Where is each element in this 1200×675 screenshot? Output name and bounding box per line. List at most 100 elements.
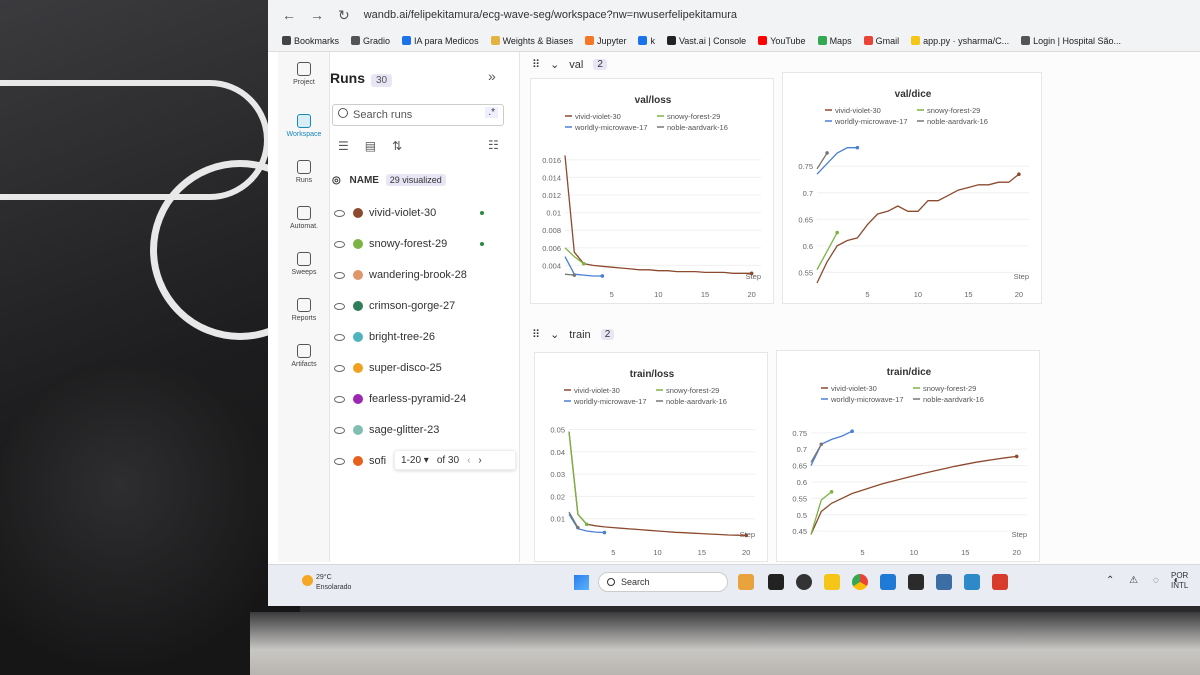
run-color-swatch[interactable] bbox=[353, 208, 363, 218]
panel-val-loss[interactable]: val/loss vivid-violet-30 snowy-forest-29 wo… bbox=[530, 78, 774, 304]
visibility-toggle-all-icon[interactable]: ◎ bbox=[332, 175, 341, 186]
run-name[interactable]: snowy-forest-29 bbox=[369, 238, 447, 250]
taskbar-app-icon-4[interactable] bbox=[824, 574, 840, 590]
run-color-swatch[interactable] bbox=[353, 394, 363, 404]
bookmark-item[interactable]: Maps bbox=[817, 35, 852, 46]
run-row[interactable]: bright-tree-26 bbox=[334, 328, 504, 346]
run-name[interactable]: bright-tree-26 bbox=[369, 331, 435, 343]
regex-toggle[interactable]: .* bbox=[485, 107, 498, 118]
bookmark-label: Login | Hospital São... bbox=[1033, 35, 1122, 46]
panel-val-dice[interactable]: val/dice vivid-violet-30 snowy-forest-29 wo… bbox=[782, 72, 1042, 304]
lang-top: POR bbox=[1171, 571, 1189, 580]
run-row[interactable]: fearless-pyramid-24 bbox=[334, 390, 504, 408]
eye-icon[interactable] bbox=[334, 426, 345, 434]
rail-item-automat[interactable]: Automat. bbox=[278, 206, 330, 230]
bookmark-item[interactable]: IA para Medicos bbox=[402, 35, 479, 46]
rail-item-runs[interactable]: Runs bbox=[278, 160, 330, 184]
eye-icon[interactable] bbox=[334, 240, 345, 248]
eye-icon[interactable] bbox=[334, 302, 345, 310]
legend-label: noble-aardvark-16 bbox=[667, 123, 728, 132]
pager-prev-icon[interactable]: ‹ bbox=[467, 455, 470, 466]
filter-icon[interactable]: ☰ bbox=[338, 139, 349, 153]
reload-icon[interactable]: ↻ bbox=[338, 7, 350, 24]
run-name[interactable]: wandering-brook-28 bbox=[369, 269, 467, 281]
rail-item-workspace[interactable]: Workspace bbox=[278, 114, 330, 138]
forward-icon[interactable]: → bbox=[310, 7, 324, 23]
run-color-swatch[interactable] bbox=[353, 239, 363, 249]
bookmark-item[interactable]: Bookmarks bbox=[282, 35, 339, 46]
run-row[interactable]: crimson-gorge-27 bbox=[334, 297, 504, 315]
taskbar-app-icon-10[interactable] bbox=[992, 574, 1008, 590]
eye-icon[interactable] bbox=[334, 457, 345, 465]
run-color-swatch[interactable] bbox=[353, 425, 363, 435]
run-color-swatch[interactable] bbox=[353, 363, 363, 373]
bookmark-item[interactable]: Vast.ai | Console bbox=[666, 35, 746, 46]
run-name[interactable]: super-disco-25 bbox=[369, 362, 442, 374]
run-name[interactable]: sage-glitter-23 bbox=[369, 424, 439, 436]
bookmark-item[interactable]: Weights & Biases bbox=[490, 35, 573, 46]
section-count-val: 2 bbox=[593, 59, 607, 70]
run-row[interactable]: wandering-brook-28 bbox=[334, 266, 504, 284]
bookmark-item[interactable]: Gradio bbox=[351, 35, 390, 46]
rail-item-artifacts[interactable]: Artifacts bbox=[278, 344, 330, 368]
bookmark-item[interactable]: YouTube bbox=[758, 35, 806, 46]
bookmark-item[interactable]: Login | Hospital São... bbox=[1021, 35, 1122, 46]
run-color-swatch[interactable] bbox=[353, 301, 363, 311]
run-color-swatch[interactable] bbox=[353, 332, 363, 342]
run-color-swatch[interactable] bbox=[353, 270, 363, 280]
eye-icon[interactable] bbox=[334, 333, 345, 341]
drag-handle-icon[interactable]: ⠿ bbox=[532, 328, 540, 341]
eye-icon[interactable] bbox=[334, 395, 345, 403]
legend-label: vivid-violet-30 bbox=[835, 106, 881, 115]
y-tick-label: 0.012 bbox=[542, 191, 561, 200]
windows-start-icon[interactable] bbox=[574, 575, 589, 590]
run-row[interactable]: sage-glitter-23 bbox=[334, 421, 504, 439]
taskbar-app-icon-2[interactable] bbox=[768, 574, 784, 590]
bookmark-item[interactable]: app.py · ysharma/C... bbox=[911, 35, 1009, 46]
pager-next-icon[interactable]: › bbox=[478, 455, 481, 466]
bookmark-label: Jupyter bbox=[596, 35, 627, 46]
group-icon[interactable]: ▤ bbox=[365, 139, 376, 153]
taskbar-chrome-icon[interactable] bbox=[852, 574, 868, 590]
eye-icon[interactable] bbox=[334, 209, 345, 217]
run-row[interactable]: super-disco-25 bbox=[334, 359, 504, 377]
language-indicator[interactable]: POR INTL bbox=[1171, 571, 1188, 591]
address-field[interactable]: wandb.ai/felipekitamura/ecg-wave-seg/wor… bbox=[364, 9, 737, 21]
run-name[interactable]: sofi bbox=[369, 455, 386, 467]
drag-handle-icon[interactable]: ⠿ bbox=[532, 58, 540, 71]
taskbar-app-icon-3[interactable] bbox=[796, 574, 812, 590]
back-icon[interactable]: ← bbox=[282, 7, 296, 23]
rail-item-sweeps[interactable]: Sweeps bbox=[278, 252, 330, 276]
eye-icon[interactable] bbox=[334, 271, 345, 279]
bookmark-item[interactable]: k bbox=[638, 35, 655, 46]
run-color-swatch[interactable] bbox=[353, 456, 363, 466]
run-name[interactable]: fearless-pyramid-24 bbox=[369, 393, 466, 405]
panel-train-loss[interactable]: train/loss vivid-violet-30 snowy-forest-29… bbox=[534, 352, 768, 562]
weather-widget[interactable]: 29°C Ensolarado bbox=[302, 573, 351, 593]
section-header-val[interactable]: ⠿ ⌄ val 2 bbox=[532, 58, 607, 71]
taskbar-app-icon-9[interactable] bbox=[964, 574, 980, 590]
pager-range-select[interactable]: 1-20 ▾ bbox=[401, 455, 429, 466]
search-runs-input[interactable]: Search runs .* bbox=[332, 104, 504, 126]
panel-train-dice[interactable]: train/dice vivid-violet-30 snowy-forest-29… bbox=[776, 350, 1040, 562]
eye-icon[interactable] bbox=[334, 364, 345, 372]
bookmark-item[interactable]: Jupyter bbox=[584, 35, 627, 46]
taskbar-vscode-icon[interactable] bbox=[880, 574, 896, 590]
taskbar-terminal-icon[interactable] bbox=[908, 574, 924, 590]
taskbar-search[interactable]: Search bbox=[598, 572, 728, 592]
run-name[interactable]: crimson-gorge-27 bbox=[369, 300, 455, 312]
run-row[interactable]: vivid-violet-30 bbox=[334, 204, 504, 222]
run-name[interactable]: vivid-violet-30 bbox=[369, 207, 436, 219]
rail-item-reports[interactable]: Reports bbox=[278, 298, 330, 322]
collapse-panel-icon[interactable]: » bbox=[488, 68, 496, 84]
rail-item-project[interactable]: Project bbox=[278, 62, 330, 86]
chevron-down-icon[interactable]: ⌄ bbox=[550, 328, 559, 341]
chevron-down-icon[interactable]: ⌄ bbox=[550, 58, 559, 71]
bookmark-item[interactable]: Gmail bbox=[863, 35, 899, 46]
sort-icon[interactable]: ⇅ bbox=[392, 139, 402, 153]
section-header-train[interactable]: ⠿ ⌄ train 2 bbox=[532, 328, 615, 341]
taskbar-app-icon-8[interactable] bbox=[936, 574, 952, 590]
run-row[interactable]: snowy-forest-29 bbox=[334, 235, 504, 253]
columns-icon[interactable]: ☷ bbox=[488, 138, 499, 152]
taskbar-app-icon-1[interactable] bbox=[738, 574, 754, 590]
